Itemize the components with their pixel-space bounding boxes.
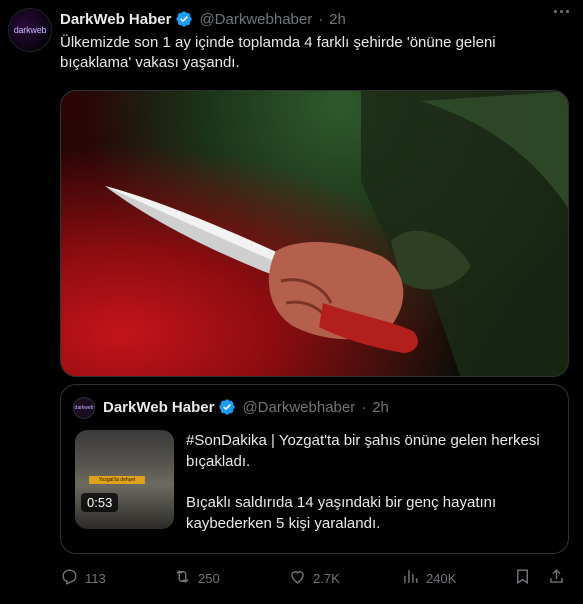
repost-count: 250 (198, 570, 220, 586)
views-icon (401, 567, 420, 589)
quoted-paragraph-1: #SonDakika | Yozgat'ta bir şahıs önüne g… (186, 432, 540, 470)
verified-badge-icon (218, 398, 236, 416)
quoted-paragraph-2: Bıçaklı saldırıda 14 yaşındaki bir genç … (186, 494, 497, 532)
quoted-author-display-name: DarkWeb Haber (103, 398, 215, 416)
quoted-tweet[interactable]: darkweb DarkWeb Haber @Darkwebhaber · 2h… (60, 384, 569, 554)
video-banner: Yozgat'ta dehşet (89, 476, 145, 484)
quoted-tweet-header: DarkWeb Haber @Darkwebhaber · 2h (103, 398, 389, 416)
tweet-timestamp[interactable]: 2h (329, 11, 346, 28)
quoted-tweet-timestamp: 2h (372, 398, 389, 416)
tweet-action-bar: 113 250 2.7K 240K (60, 566, 570, 590)
reply-icon (60, 567, 79, 589)
reply-count: 113 (85, 570, 106, 586)
more-horizontal-icon[interactable] (554, 10, 569, 13)
like-button[interactable]: 2.7K (288, 566, 340, 590)
tweet-header: DarkWeb Haber @Darkwebhaber · 2h (60, 9, 346, 29)
tweet-image[interactable] (60, 90, 569, 377)
share-button[interactable] (547, 566, 566, 590)
author-avatar[interactable]: darkweb (8, 8, 52, 52)
like-icon (288, 567, 307, 589)
video-duration: 0:53 (81, 493, 119, 512)
repost-icon (173, 567, 192, 589)
like-count: 2.7K (313, 570, 340, 586)
bookmark-button[interactable] (513, 566, 532, 590)
views-count: 240K (426, 570, 457, 586)
author-display-name[interactable]: DarkWeb Haber (60, 11, 171, 28)
avatar-logo-text: darkweb (13, 25, 47, 35)
separator-dot: · (361, 398, 367, 416)
share-icon (547, 567, 566, 589)
reply-button[interactable]: 113 (60, 566, 106, 590)
quoted-tweet-text: #SonDakika | Yozgat'ta bir şahıs önüne g… (186, 430, 556, 534)
tweet[interactable]: darkweb DarkWeb Haber @Darkwebhaber · 2h… (0, 0, 583, 604)
views-button[interactable]: 240K (401, 566, 456, 590)
verified-badge-icon[interactable] (175, 10, 193, 28)
quoted-avatar-logo-text: darkweb (74, 405, 94, 411)
quoted-author-avatar: darkweb (73, 397, 95, 419)
tweet-text: Ülkemizde son 1 ay içinde toplamda 4 far… (60, 34, 496, 71)
bookmark-icon (513, 567, 532, 589)
knife-illustration (105, 91, 568, 376)
separator-dot: · (318, 10, 324, 28)
author-handle[interactable]: @Darkwebhaber (199, 11, 312, 28)
quoted-video-thumbnail[interactable]: Yozgat'ta dehşet 0:53 (75, 430, 174, 529)
repost-button[interactable]: 250 (173, 566, 220, 590)
quoted-author-handle: @Darkwebhaber (242, 398, 356, 416)
